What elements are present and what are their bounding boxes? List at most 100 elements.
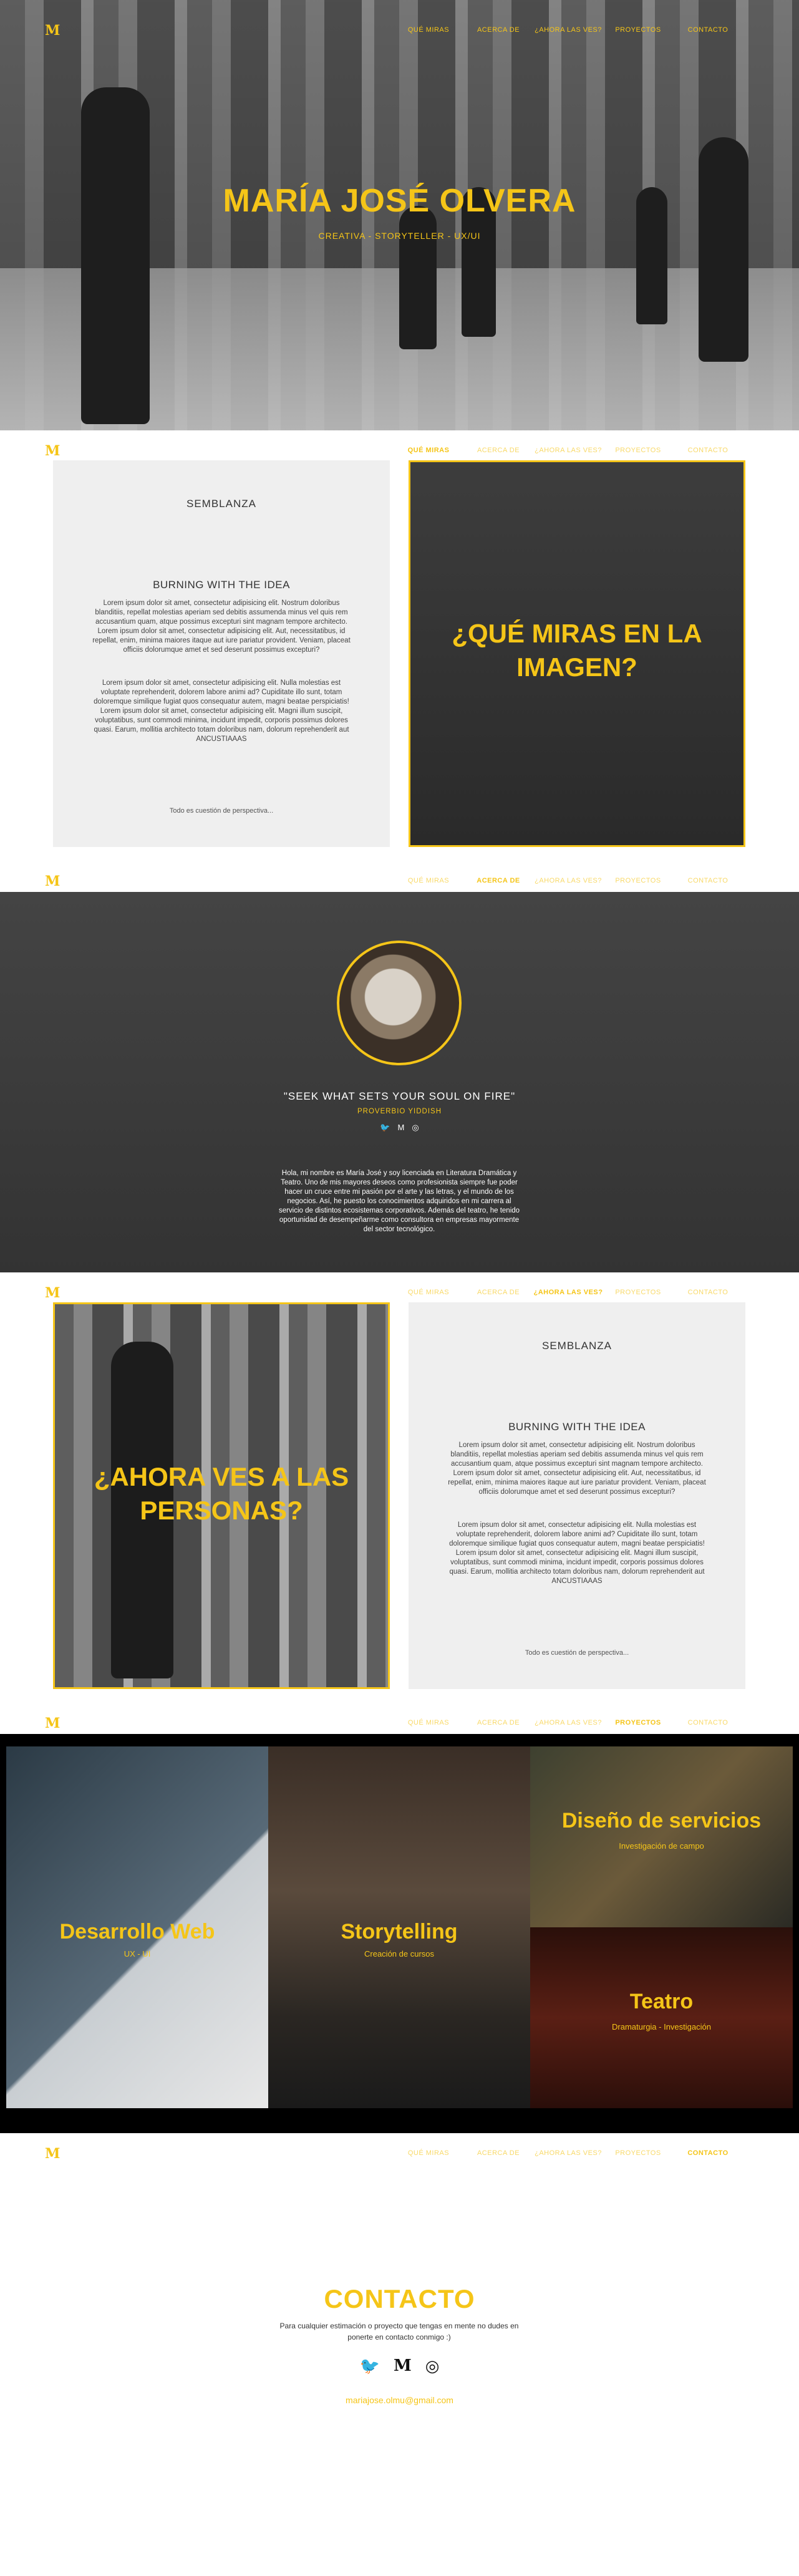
nav-link-proyectos[interactable]: PROYECTOS [603, 2149, 673, 2157]
section-nav: M QUÉ MIRAS ACERCA DE ¿AHORA LAS VES? PR… [0, 861, 799, 917]
avatar [337, 941, 462, 1065]
nav-link-ahora-las-ves[interactable]: ¿AHORA LAS VES? [533, 447, 603, 454]
project-subtitle: UX - UI [123, 1949, 151, 1959]
image-title: ¿QUÉ MIRAS EN LA IMAGEN? [452, 619, 702, 682]
panel-paragraph: Lorem ipsum dolor sit amet, consectetur … [448, 1441, 706, 1496]
logo[interactable]: M [45, 1715, 60, 1731]
project-tile-diseno-servicios[interactable]: Diseño de servicios Investigación de cam… [530, 1746, 793, 1927]
nav-link-contacto[interactable]: CONTACTO [673, 877, 743, 884]
nav-link-que-miras[interactable]: QUÉ MIRAS [394, 1289, 463, 1296]
section-nav: M QUÉ MIRAS ACERCA DE ¿AHORA LAS VES? PR… [0, 430, 799, 487]
project-title: Storytelling [341, 1920, 458, 1944]
nav-link-ahora-las-ves[interactable]: ¿AHORA LAS VES? [533, 2149, 603, 2157]
project-title: Teatro [629, 1990, 694, 2013]
quote: "SEEK WHAT SETS YOUR SOUL ON FIRE" [283, 1090, 516, 1102]
nav-link-ahora-las-ves[interactable]: ¿AHORA LAS VES? [533, 1289, 603, 1296]
twitter-icon[interactable]: 🐦 [360, 2356, 380, 2376]
logo[interactable]: M [45, 2146, 60, 2162]
nav-link-acerca-de[interactable]: ACERCA DE [463, 1289, 533, 1296]
project-subtitle: Dramaturgia - Investigación [612, 2022, 711, 2031]
panel-subheading: BURNING WITH THE IDEA [153, 579, 290, 591]
nav-links: QUÉ MIRAS ACERCA DE ¿AHORA LAS VES? PROY… [394, 2149, 743, 2157]
contact-title: CONTACTO [324, 2284, 475, 2313]
panel-footer: Todo es cuestión de perspectiva... [525, 1649, 629, 1657]
projects-grid: Desarrollo Web UX - UI Storytelling Crea… [0, 1734, 799, 2133]
logo[interactable]: M [45, 1285, 60, 1301]
panel-heading: SEMBLANZA [186, 498, 256, 510]
nav-link-contacto[interactable]: CONTACTO [673, 447, 743, 454]
nav-link-contacto[interactable]: CONTACTO [673, 2149, 743, 2157]
logo[interactable]: M [45, 443, 60, 459]
panel-paragraph: Lorem ipsum dolor sit amet, consectetur … [94, 679, 349, 743]
panel-heading: SEMBLANZA [542, 1340, 612, 1352]
instagram-icon[interactable]: ◎ [425, 2356, 440, 2376]
project-title: Diseño de servicios [561, 1809, 762, 1833]
section-nav: M QUÉ MIRAS ACERCA DE ¿AHORA LAS VES? PR… [0, 2133, 799, 2189]
about-background: "SEEK WHAT SETS YOUR SOUL ON FIRE" PROVE… [0, 892, 799, 1272]
proyectos-section: M QUÉ MIRAS ACERCA DE ¿AHORA LAS VES? PR… [0, 1703, 799, 2133]
nav-link-proyectos[interactable]: PROYECTOS [603, 26, 673, 34]
semblanza-panel: SEMBLANZA BURNING WITH THE IDEA Lorem ip… [53, 460, 390, 847]
nav-link-acerca-de[interactable]: ACERCA DE [463, 447, 533, 454]
nav-link-acerca-de[interactable]: ACERCA DE [463, 2149, 533, 2157]
nav-link-que-miras[interactable]: QUÉ MIRAS [394, 2149, 463, 2157]
nav-link-contacto[interactable]: CONTACTO [673, 26, 743, 34]
logo[interactable]: M [45, 873, 60, 889]
panel-paragraph: Lorem ipsum dolor sit amet, consectetur … [92, 599, 351, 654]
about-bio: Hola, mi nombre es María José y soy lice… [278, 1169, 520, 1233]
nav-links: QUÉ MIRAS ACERCA DE ¿AHORA LAS VES? PROY… [394, 1719, 743, 1726]
top-nav: M QUÉ MIRAS ACERCA DE ¿AHORA LAS VES? PR… [0, 0, 799, 56]
instagram-icon[interactable]: ◎ [412, 1123, 419, 1133]
hero-section: M QUÉ MIRAS ACERCA DE ¿AHORA LAS VES? PR… [0, 0, 799, 430]
panel-subheading: BURNING WITH THE IDEA [508, 1421, 646, 1433]
project-tile-teatro[interactable]: Teatro Dramaturgia - Investigación [530, 1927, 793, 2108]
project-title: Desarrollo Web [59, 1920, 215, 1944]
nav-link-que-miras[interactable]: QUÉ MIRAS [394, 1719, 463, 1726]
medium-icon[interactable]: M [394, 2356, 412, 2376]
nav-link-proyectos[interactable]: PROYECTOS [603, 1289, 673, 1296]
nav-link-acerca-de[interactable]: ACERCA DE [463, 26, 533, 34]
nav-link-ahora-las-ves[interactable]: ¿AHORA LAS VES? [533, 877, 603, 884]
contact-text: Para cualquier estimación o proyecto que… [279, 2322, 519, 2341]
project-subtitle: Investigación de campo [619, 1841, 704, 1851]
nav-link-contacto[interactable]: CONTACTO [673, 1289, 743, 1296]
nav-link-ahora-las-ves[interactable]: ¿AHORA LAS VES? [533, 26, 603, 34]
contact-social-links: 🐦 M ◎ [0, 2356, 799, 2376]
nav-link-ahora-las-ves[interactable]: ¿AHORA LAS VES? [533, 1719, 603, 1726]
hero-title: MARÍA JOSÉ OLVERA [223, 183, 576, 219]
ahora-image: ¿AHORA VES A LAS PERSONAS? [53, 1302, 390, 1689]
contacto-section: M QUÉ MIRAS ACERCA DE ¿AHORA LAS VES? PR… [0, 2133, 799, 2564]
que-miras-section: M QUÉ MIRAS ACERCA DE ¿AHORA LAS VES? PR… [0, 430, 799, 861]
nav-link-acerca-de[interactable]: ACERCA DE [463, 1719, 533, 1726]
nav-links: QUÉ MIRAS ACERCA DE ¿AHORA LAS VES? PROY… [394, 1289, 743, 1296]
logo[interactable]: M [45, 22, 60, 39]
quote-source: PROVERBIO YIDDISH [357, 1108, 442, 1115]
semblanza-panel: SEMBLANZA BURNING WITH THE IDEA Lorem ip… [409, 1302, 745, 1689]
nav-link-acerca-de[interactable]: ACERCA DE [463, 877, 533, 884]
hero-subtitle: CREATIVA - STORYTELLER - UX/UI [318, 231, 481, 241]
nav-link-que-miras[interactable]: QUÉ MIRAS [394, 26, 463, 34]
section-nav: M QUÉ MIRAS ACERCA DE ¿AHORA LAS VES? PR… [0, 1703, 799, 1759]
pedestrian-silhouette [399, 206, 437, 349]
project-subtitle: Creación de cursos [364, 1949, 434, 1959]
acerca-section: M QUÉ MIRAS ACERCA DE ¿AHORA LAS VES? PR… [0, 861, 799, 1272]
image-title: ¿AHORA VES A LAS PERSONAS? [94, 1462, 349, 1525]
contact-email-link[interactable]: mariajose.olmu@gmail.com [0, 2395, 799, 2405]
project-tile-desarrollo-web[interactable]: Desarrollo Web UX - UI [6, 1746, 268, 2108]
project-tile-storytelling[interactable]: Storytelling Creación de cursos [268, 1746, 530, 2108]
pedestrian-silhouette [699, 137, 748, 362]
nav-link-contacto[interactable]: CONTACTO [673, 1719, 743, 1726]
section-nav: M QUÉ MIRAS ACERCA DE ¿AHORA LAS VES? PR… [0, 1272, 799, 1329]
panel-paragraph: Lorem ipsum dolor sit amet, consectetur … [449, 1521, 705, 1585]
nav-link-proyectos[interactable]: PROYECTOS [603, 877, 673, 884]
medium-icon[interactable]: M [398, 1123, 405, 1133]
nav-link-que-miras[interactable]: QUÉ MIRAS [394, 447, 463, 454]
nav-link-proyectos[interactable]: PROYECTOS [603, 1719, 673, 1726]
nav-links: QUÉ MIRAS ACERCA DE ¿AHORA LAS VES? PROY… [394, 26, 743, 34]
ahora-section: M QUÉ MIRAS ACERCA DE ¿AHORA LAS VES? PR… [0, 1272, 799, 1703]
twitter-icon[interactable]: 🐦 [380, 1123, 390, 1133]
que-miras-image: ¿QUÉ MIRAS EN LA IMAGEN? [409, 460, 745, 847]
nav-link-que-miras[interactable]: QUÉ MIRAS [394, 877, 463, 884]
about-social-links: 🐦 M ◎ [0, 1123, 799, 1133]
nav-link-proyectos[interactable]: PROYECTOS [603, 447, 673, 454]
